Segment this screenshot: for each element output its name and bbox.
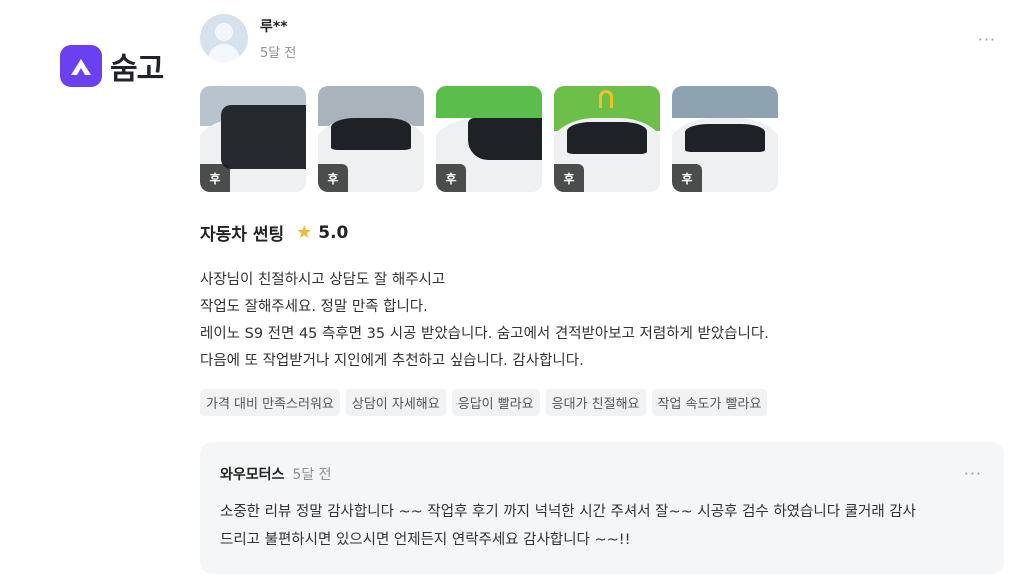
review-card: 루** 5달 전 ··· 후 후 후 후 후 자동차 썬팅 ★ 5.0 사장님이…	[200, 14, 1004, 574]
reply-more-menu-icon[interactable]: ···	[964, 464, 982, 483]
logo-text: 숨고	[110, 52, 164, 87]
soomgo-logo[interactable]: 숨고	[60, 44, 164, 88]
review-tag: 가격 대비 만족스러워요	[200, 389, 340, 416]
reply-line: 드리고 불편하시면 있으시면 언제든지 연락주세요 감사합니다 ~~!!	[220, 532, 631, 548]
review-line: 다음에 또 작업받거나 지인에게 추천하고 싶습니다. 감사합니다.	[200, 353, 584, 369]
review-tag: 작업 속도가 빨라요	[651, 389, 768, 416]
review-photo[interactable]: 후	[436, 86, 542, 192]
review-tag: 응대가 친절해요	[545, 389, 646, 416]
review-photo[interactable]: 후	[672, 86, 778, 192]
after-badge: 후	[200, 164, 230, 192]
review-tags: 가격 대비 만족스러워요 상담이 자세해요 응답이 빨라요 응대가 친절해요 작…	[200, 389, 1004, 416]
review-date: 5달 전	[260, 45, 297, 61]
author-name: 루**	[260, 18, 288, 35]
service-rating-row: 자동차 썬팅 ★ 5.0	[200, 220, 1004, 245]
rating-value: 5.0	[318, 222, 349, 243]
review-line: 레이노 S9 전면 45 측후면 35 시공 받았습니다. 숨고에서 견적받아보…	[200, 326, 769, 342]
reply-body: 소중한 리뷰 정말 감사합니다 ~~ 작업후 후기 까지 넉넉한 시간 주셔서 …	[220, 498, 984, 554]
reply-author: 와우모터스	[220, 467, 285, 483]
after-badge: 후	[554, 164, 584, 192]
star-icon: ★	[296, 222, 313, 243]
review-body: 사장님이 친절하시고 상담도 잘 해주시고 작업도 잘해주세요. 정말 만족 합…	[200, 267, 1004, 375]
after-badge: 후	[436, 164, 466, 192]
review-photo[interactable]: 후	[554, 86, 660, 192]
review-tag: 응답이 빨라요	[451, 389, 540, 416]
avatar	[200, 14, 248, 62]
review-photo[interactable]: 후	[200, 86, 306, 192]
after-badge: 후	[318, 164, 348, 192]
soomgo-logo-mark-icon	[60, 45, 102, 87]
review-tag: 상담이 자세해요	[345, 389, 446, 416]
review-photos: 후 후 후 후 후	[200, 86, 1004, 192]
review-line: 작업도 잘해주세요. 정말 만족 합니다.	[200, 299, 428, 315]
reply-line: 소중한 리뷰 정말 감사합니다 ~~ 작업후 후기 까지 넉넉한 시간 주셔서 …	[220, 504, 916, 520]
provider-reply: 와우모터스 5달 전 ··· 소중한 리뷰 정말 감사합니다 ~~ 작업후 후기…	[200, 442, 1004, 574]
review-photo[interactable]: 후	[318, 86, 424, 192]
review-more-menu-icon[interactable]: ···	[978, 30, 996, 49]
review-author: 루** 5달 전	[200, 14, 1004, 62]
reply-date: 5달 전	[292, 467, 332, 483]
after-badge: 후	[672, 164, 702, 192]
service-name: 자동차 썬팅	[200, 225, 285, 245]
review-line: 사장님이 친절하시고 상담도 잘 해주시고	[200, 272, 446, 288]
reply-header: 와우모터스 5달 전	[220, 464, 984, 484]
